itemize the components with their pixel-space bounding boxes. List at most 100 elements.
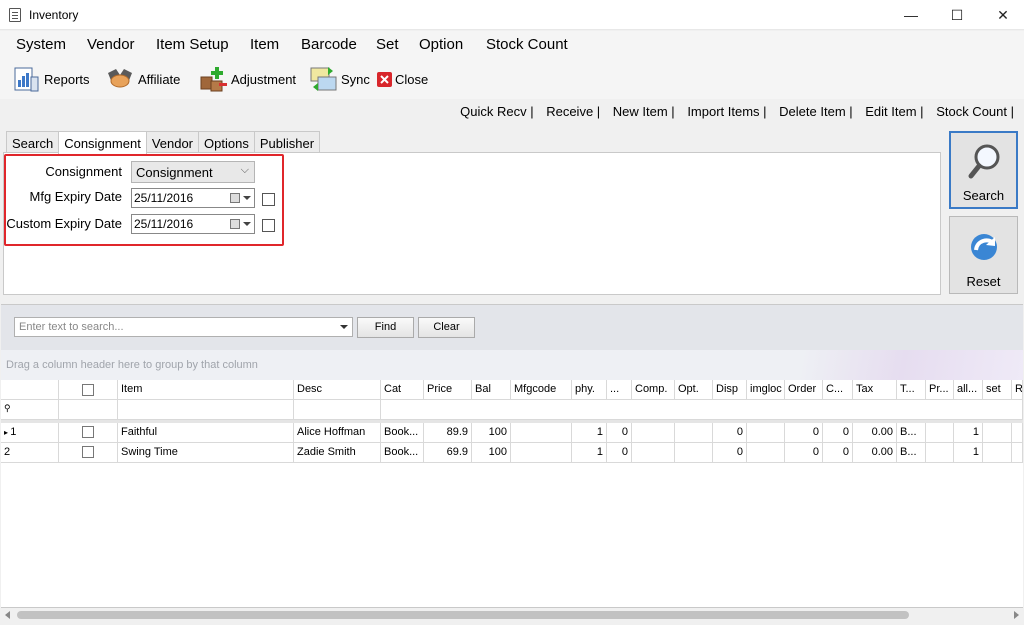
- custom-expiry-checkbox[interactable]: [262, 219, 275, 232]
- column-header-desc[interactable]: Desc: [294, 380, 381, 400]
- cell-disp[interactable]: 0: [713, 443, 747, 463]
- filter-cell-desc[interactable]: [294, 400, 381, 420]
- filter-cell-item[interactable]: [118, 400, 294, 420]
- cell-item[interactable]: Swing Time: [118, 443, 294, 463]
- quick-recv-link[interactable]: Quick Recv |: [460, 104, 533, 119]
- scroll-left-icon[interactable]: [5, 611, 10, 619]
- menu-item-setup[interactable]: Item Setup: [156, 36, 229, 53]
- cell-imgloc[interactable]: [747, 443, 785, 463]
- menu-item[interactable]: Item: [250, 36, 279, 53]
- row-indicator[interactable]: 2: [1, 443, 59, 463]
- search-button[interactable]: Search: [949, 131, 1018, 209]
- sync-button[interactable]: Sync: [309, 65, 370, 93]
- cell-all[interactable]: 1: [954, 423, 983, 443]
- column-header-imgloc[interactable]: imgloc: [747, 380, 785, 400]
- column-header-cat[interactable]: Cat: [381, 380, 424, 400]
- tab-vendor[interactable]: Vendor: [145, 131, 200, 153]
- adjustment-button[interactable]: Adjustment: [199, 65, 296, 93]
- column-header-pr[interactable]: Pr...: [926, 380, 954, 400]
- affiliate-button[interactable]: Affiliate: [106, 65, 180, 93]
- tab-publisher[interactable]: Publisher: [253, 131, 321, 153]
- column-header-all[interactable]: all...: [954, 380, 983, 400]
- cell-dots[interactable]: 0: [607, 443, 632, 463]
- cell-r[interactable]: [1012, 443, 1023, 463]
- cell-mfgcode[interactable]: [511, 423, 572, 443]
- cell-opt[interactable]: [675, 443, 713, 463]
- cell-pr[interactable]: [926, 443, 954, 463]
- menu-barcode[interactable]: Barcode: [301, 36, 357, 53]
- menu-option[interactable]: Option: [419, 36, 463, 53]
- column-header-tax[interactable]: Tax: [853, 380, 897, 400]
- cell-mfgcode[interactable]: [511, 443, 572, 463]
- cell-price[interactable]: 69.9: [424, 443, 472, 463]
- column-header-price[interactable]: Price: [424, 380, 472, 400]
- cell-phy[interactable]: 1: [572, 423, 607, 443]
- column-header-opt[interactable]: Opt.: [675, 380, 713, 400]
- close-window-button[interactable]: ✕: [980, 0, 1024, 30]
- column-header-comp[interactable]: Comp.: [632, 380, 675, 400]
- cell-order[interactable]: 0: [785, 443, 823, 463]
- row-checkbox[interactable]: [82, 446, 94, 458]
- column-header-phy[interactable]: phy.: [572, 380, 607, 400]
- import-items-link[interactable]: Import Items |: [687, 104, 766, 119]
- scrollbar-thumb[interactable]: [17, 611, 909, 619]
- cell-tax[interactable]: 0.00: [853, 443, 897, 463]
- reset-button[interactable]: Reset: [949, 216, 1018, 294]
- cell-desc[interactable]: Zadie Smith: [294, 443, 381, 463]
- cell-set[interactable]: [983, 443, 1012, 463]
- new-item-link[interactable]: New Item |: [613, 104, 675, 119]
- menu-system[interactable]: System: [16, 36, 66, 53]
- cell-t[interactable]: B...: [897, 423, 926, 443]
- tab-consignment[interactable]: Consignment: [58, 131, 147, 154]
- cell-all[interactable]: 1: [954, 443, 983, 463]
- column-header-dots[interactable]: ...: [607, 380, 632, 400]
- find-button[interactable]: Find: [357, 317, 414, 338]
- clear-button[interactable]: Clear: [418, 317, 475, 338]
- cell-c[interactable]: 0: [823, 423, 853, 443]
- column-header-disp[interactable]: Disp: [713, 380, 747, 400]
- cell-imgloc[interactable]: [747, 423, 785, 443]
- cell-opt[interactable]: [675, 423, 713, 443]
- cell-pr[interactable]: [926, 423, 954, 443]
- cell-t[interactable]: B...: [897, 443, 926, 463]
- filter-cell-rest[interactable]: [381, 400, 1023, 420]
- cell-r[interactable]: [1012, 423, 1023, 443]
- minimize-button[interactable]: —: [888, 0, 934, 30]
- cell-cat[interactable]: Book...: [381, 423, 424, 443]
- column-header-r[interactable]: R: [1012, 380, 1023, 400]
- menu-vendor[interactable]: Vendor: [87, 36, 135, 53]
- reports-button[interactable]: Reports: [12, 65, 90, 93]
- tab-search[interactable]: Search: [6, 131, 60, 153]
- stock-count-link[interactable]: Stock Count |: [936, 104, 1014, 119]
- column-header-item[interactable]: Item: [118, 380, 294, 400]
- column-header-bal[interactable]: Bal: [472, 380, 511, 400]
- row-checkbox[interactable]: [82, 426, 94, 438]
- cell-item[interactable]: Faithful: [118, 423, 294, 443]
- column-header-c[interactable]: C...: [823, 380, 853, 400]
- mfg-expiry-checkbox[interactable]: [262, 193, 275, 206]
- receive-link[interactable]: Receive |: [546, 104, 600, 119]
- cell-phy[interactable]: 1: [572, 443, 607, 463]
- cell-comp[interactable]: [632, 443, 675, 463]
- cell-cat[interactable]: Book...: [381, 443, 424, 463]
- column-header-t[interactable]: T...: [897, 380, 926, 400]
- group-by-panel[interactable]: Drag a column header here to group by th…: [1, 350, 1023, 380]
- scroll-right-icon[interactable]: [1014, 611, 1019, 619]
- column-header-mfgcode[interactable]: Mfgcode: [511, 380, 572, 400]
- tab-options[interactable]: Options: [198, 131, 255, 153]
- cell-tax[interactable]: 0.00: [853, 423, 897, 443]
- cell-price[interactable]: 89.9: [424, 423, 472, 443]
- cell-dots[interactable]: 0: [607, 423, 632, 443]
- edit-item-link[interactable]: Edit Item |: [865, 104, 923, 119]
- row-indicator[interactable]: ▸ 1: [1, 423, 59, 443]
- cell-bal[interactable]: 100: [472, 443, 511, 463]
- mfg-expiry-date-picker[interactable]: 25/11/2016: [131, 188, 255, 208]
- column-header-order[interactable]: Order: [785, 380, 823, 400]
- select-all-checkbox[interactable]: [82, 384, 94, 396]
- cell-desc[interactable]: Alice Hoffman: [294, 423, 381, 443]
- column-header-set[interactable]: set: [983, 380, 1012, 400]
- cell-bal[interactable]: 100: [472, 423, 511, 443]
- close-button[interactable]: Close: [377, 65, 428, 93]
- cell-set[interactable]: [983, 423, 1012, 443]
- horizontal-scrollbar[interactable]: [1, 608, 1023, 622]
